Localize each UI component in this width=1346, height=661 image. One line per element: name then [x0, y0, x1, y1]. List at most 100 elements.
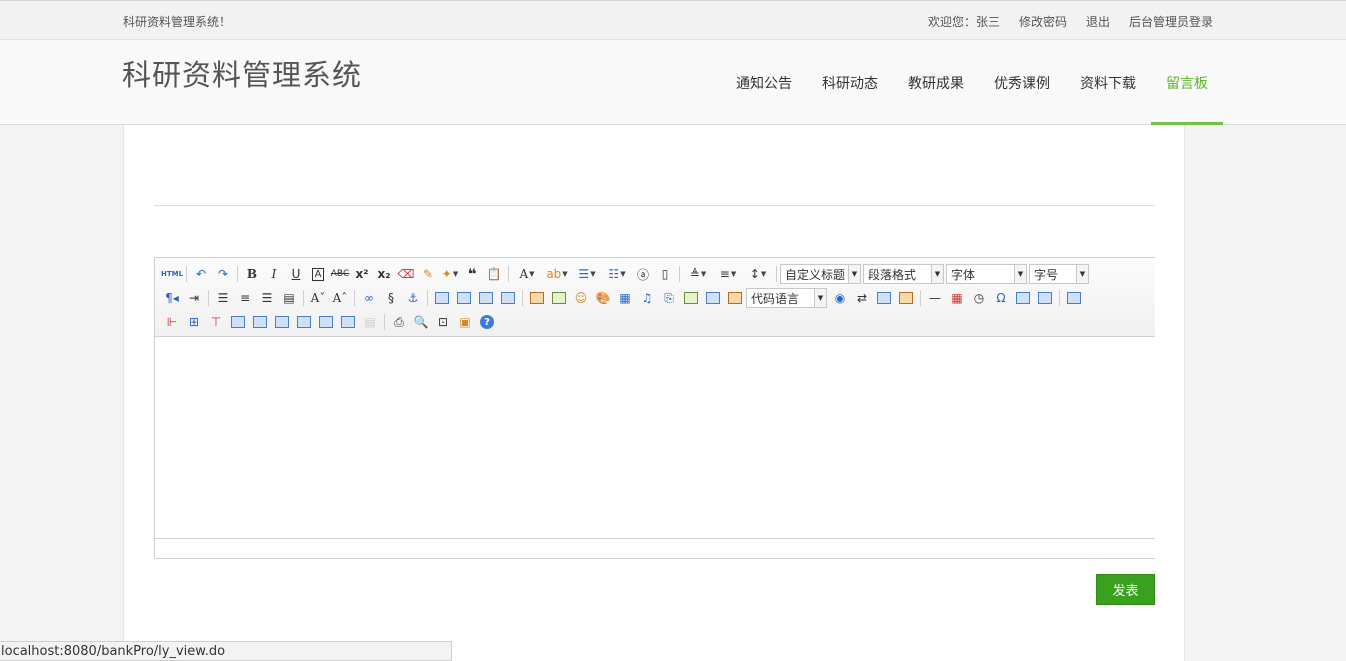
to-uppercase-icon[interactable]: Aˇ — [307, 288, 329, 308]
edittip-icon[interactable] — [1034, 288, 1056, 308]
nav-item-downloads[interactable]: 资料下载 — [1065, 40, 1151, 125]
background-color-icon[interactable]: ab ▼ — [542, 264, 572, 284]
font-size-select[interactable]: 字号 ▼ — [1029, 264, 1089, 284]
underline-icon[interactable]: U — [285, 264, 307, 284]
html-source-icon[interactable]: HTML — [161, 264, 183, 284]
align-left-icon[interactable]: ☰ — [212, 288, 234, 308]
nav-item-lessons[interactable]: 优秀课例 — [979, 40, 1065, 125]
align-center-icon[interactable]: ≡ — [234, 288, 256, 308]
change-password-link[interactable]: 修改密码 — [1019, 13, 1067, 30]
font-family-select[interactable]: 字体 ▼ — [946, 264, 1027, 284]
admin-login-link[interactable]: 后台管理员登录 — [1129, 13, 1213, 30]
bold-icon[interactable]: B — [241, 264, 263, 284]
chevron-down-icon: ▼ — [1076, 265, 1088, 283]
chart-icon[interactable]: ▤ — [359, 312, 381, 332]
nav-item-research-news[interactable]: 科研动态 — [807, 40, 893, 125]
split-cols-icon[interactable] — [337, 312, 359, 332]
special-chars-icon[interactable]: Ω — [990, 288, 1012, 308]
drafts-icon[interactable]: ▣ — [454, 312, 476, 332]
toolbar-row-1: HTML ↶ ↷ B I U A ABC x² x₂ ⌫ ✎ ✦ ▼ ❝ 📋 A ▼… — [161, 262, 1155, 286]
gmap-icon[interactable] — [702, 288, 724, 308]
time-icon[interactable]: ◷ — [968, 288, 990, 308]
row-spacing-top-icon[interactable]: ≜ ▼ — [683, 264, 713, 284]
undo-icon[interactable]: ↶ — [190, 264, 212, 284]
background-icon[interactable] — [895, 288, 917, 308]
preview-icon[interactable]: 🔍 — [410, 312, 432, 332]
select-all-icon[interactable]: ⓐ — [632, 264, 654, 284]
nav-item-achievements[interactable]: 教研成果 — [893, 40, 979, 125]
horizontal-rule-icon[interactable]: — — [924, 288, 946, 308]
search-replace-icon[interactable]: ⊡ — [432, 312, 454, 332]
split-cells-icon[interactable] — [293, 312, 315, 332]
editor-status-bar — [155, 538, 1155, 558]
superscript-icon[interactable]: x² — [351, 264, 373, 284]
italic-icon[interactable]: I — [263, 264, 285, 284]
insert-image-icon[interactable] — [548, 288, 570, 308]
image-right-icon[interactable] — [475, 288, 497, 308]
editor-content-area[interactable] — [155, 337, 1155, 538]
indent-icon[interactable]: ⇥ — [183, 288, 205, 308]
ordered-list-icon[interactable]: ☰ ▼ — [572, 264, 602, 284]
insert-video-icon[interactable]: ▦ — [614, 288, 636, 308]
subscript-icon[interactable]: x₂ — [373, 264, 395, 284]
insert-table-icon[interactable] — [1063, 288, 1085, 308]
date-icon[interactable]: ▦ — [946, 288, 968, 308]
anchor-icon[interactable]: ⚓ — [402, 288, 424, 308]
wordimage-icon[interactable] — [1012, 288, 1034, 308]
simple-upload-icon[interactable] — [526, 288, 548, 308]
line-height-icon[interactable]: ↕ ▼ — [743, 264, 773, 284]
font-color-icon[interactable]: A ▼ — [512, 264, 542, 284]
font-border-icon[interactable]: A — [307, 264, 329, 284]
align-justify-icon[interactable]: ▤ — [278, 288, 300, 308]
image-none-icon[interactable] — [431, 288, 453, 308]
webapp-icon[interactable]: ◉ — [829, 288, 851, 308]
merge-down-icon[interactable] — [271, 312, 293, 332]
insert-frame-icon[interactable] — [724, 288, 746, 308]
logout-link[interactable]: 退出 — [1086, 13, 1110, 30]
map-icon[interactable] — [680, 288, 702, 308]
emotion-icon[interactable]: ☺ — [570, 288, 592, 308]
strikethrough-icon[interactable]: ABC — [329, 264, 351, 284]
delete-row-icon[interactable]: ⊞ — [183, 312, 205, 332]
paragraph-select[interactable]: 段落格式 ▼ — [863, 264, 944, 284]
auto-format-icon[interactable]: ✦ ▼ — [439, 264, 461, 284]
unordered-list-icon[interactable]: ☷ ▼ — [602, 264, 632, 284]
image-left-icon[interactable] — [453, 288, 475, 308]
redo-icon[interactable]: ↷ — [212, 264, 234, 284]
split-rows-icon[interactable] — [315, 312, 337, 332]
template-icon[interactable] — [873, 288, 895, 308]
help-icon[interactable]: ? — [476, 312, 498, 332]
code-language-select[interactable]: 代码语言 ▼ — [746, 288, 827, 308]
main-nav: 通知公告 科研动态 教研成果 优秀课例 资料下载 留言板 — [721, 40, 1223, 125]
print-icon[interactable]: ⎙ — [388, 312, 410, 332]
merge-cells-icon[interactable] — [227, 312, 249, 332]
image-center-icon[interactable] — [497, 288, 519, 308]
nav-item-guestbook[interactable]: 留言板 — [1151, 40, 1223, 125]
logo-title[interactable]: 科研资料管理系统 — [122, 52, 362, 94]
format-brush-icon[interactable]: ✎ — [417, 264, 439, 284]
merge-right-icon[interactable] — [249, 312, 271, 332]
paste-plain-icon[interactable]: 📋 — [483, 264, 505, 284]
toolbar-separator — [303, 290, 304, 306]
attachment-icon[interactable]: ⎘ — [658, 288, 680, 308]
delete-col-icon[interactable]: ⊤ — [205, 312, 227, 332]
align-right-icon[interactable]: ☰ — [256, 288, 278, 308]
row-spacing-bottom-icon[interactable]: ≡ ▼ — [713, 264, 743, 284]
submit-button[interactable]: 发表 — [1096, 574, 1155, 605]
custom-title-value: 自定义标题 — [785, 267, 846, 282]
direction-ltr-icon[interactable]: ¶◂ — [161, 288, 183, 308]
music-icon[interactable]: ♫ — [636, 288, 658, 308]
clear-doc-icon[interactable]: ▯ — [654, 264, 676, 284]
unlink-icon[interactable]: § — [380, 288, 402, 308]
link-icon[interactable]: ∞ — [358, 288, 380, 308]
custom-title-select[interactable]: 自定义标题 ▼ — [780, 264, 861, 284]
insert-col-icon[interactable]: ⊩ — [161, 312, 183, 332]
to-lowercase-icon[interactable]: Aˆ — [329, 288, 351, 308]
nav-item-notices[interactable]: 通知公告 — [721, 40, 807, 125]
toolbar-separator — [508, 266, 509, 282]
pagebreak-icon[interactable]: ⇄ — [851, 288, 873, 308]
blockquote-icon[interactable]: ❝ — [461, 264, 483, 284]
eraser-icon[interactable]: ⌫ — [395, 264, 417, 284]
scrawl-icon[interactable]: 🎨 — [592, 288, 614, 308]
toolbar-separator — [354, 290, 355, 306]
